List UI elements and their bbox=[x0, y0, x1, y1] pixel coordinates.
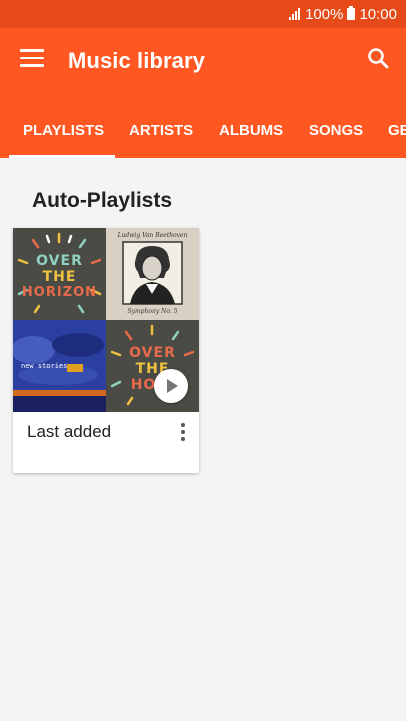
search-icon[interactable] bbox=[366, 46, 390, 70]
tab-playlists[interactable]: PLAYLISTS bbox=[9, 118, 115, 158]
play-icon bbox=[167, 379, 178, 393]
app-bar: Music library PLAYLISTS ARTISTS ALBUMS S… bbox=[0, 28, 406, 158]
album-art-new-stories: new stories bbox=[13, 320, 106, 412]
playlist-card[interactable]: OVER THE HORIZON Ludwig Van Beethoven Sy… bbox=[13, 228, 199, 473]
menu-icon[interactable] bbox=[20, 49, 44, 69]
tab-bar: PLAYLISTS ARTISTS ALBUMS SONGS GE bbox=[0, 118, 406, 158]
page-title: Music library bbox=[68, 48, 206, 73]
status-bar: 100% 10:00 bbox=[0, 0, 406, 28]
tab-genres[interactable]: GE bbox=[388, 118, 406, 158]
section-title: Auto-Playlists bbox=[32, 189, 173, 212]
album-art-text-line: HORIZON bbox=[21, 285, 98, 300]
album-art-caption: Symphony No. 5 bbox=[127, 308, 178, 315]
album-art-text-line: OVER bbox=[36, 253, 83, 269]
play-button[interactable] bbox=[154, 369, 188, 403]
more-vertical-icon[interactable] bbox=[179, 423, 187, 443]
tab-albums[interactable]: ALBUMS bbox=[219, 118, 283, 158]
album-art-beethoven: Ludwig Van Beethoven Symphony No. 5 bbox=[106, 228, 199, 320]
tab-artists[interactable]: ARTISTS bbox=[129, 118, 193, 158]
battery-percentage: 100% bbox=[305, 5, 344, 23]
album-art-text-line: OVER bbox=[129, 345, 176, 361]
portrait-illustration bbox=[122, 241, 183, 305]
album-art-caption: new stories bbox=[21, 362, 68, 370]
signal-icon bbox=[289, 8, 301, 20]
album-art-over-the-horizon: OVER THE HORIZON bbox=[13, 228, 106, 320]
battery-icon bbox=[347, 6, 356, 20]
playlist-label: Last added bbox=[27, 422, 112, 441]
tab-songs[interactable]: SONGS bbox=[309, 118, 363, 158]
album-art-text-line: THE bbox=[42, 269, 77, 285]
clock: 10:00 bbox=[359, 5, 397, 23]
